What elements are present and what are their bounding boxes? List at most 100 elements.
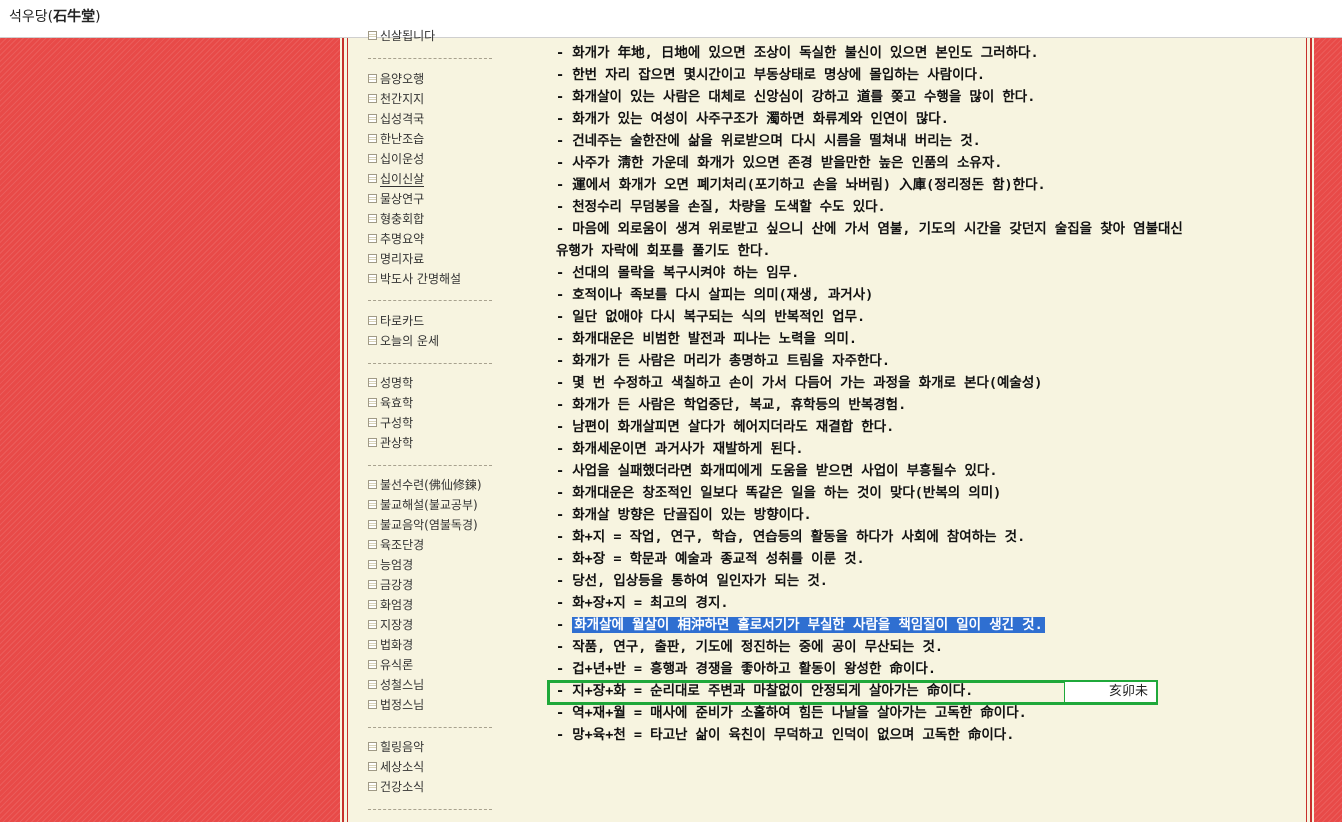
sidebar-item[interactable]: 건강소식 <box>368 778 424 796</box>
sidebar-item[interactable]: 화엄경 <box>368 596 413 614</box>
bullet-icon <box>368 782 377 791</box>
text-line: - 천정수리 무덤봉을 손질, 차량을 도색할 수도 있다. <box>556 199 886 215</box>
bullet-icon <box>368 438 377 447</box>
bullet-icon <box>368 234 377 243</box>
sidebar-item[interactable]: 법정스님 <box>368 696 424 714</box>
text-line: - 망+육+천 = 타고난 삶이 육친이 무덕하고 인덕이 없으며 고독한 命이… <box>556 727 1015 743</box>
bullet-icon <box>368 700 377 709</box>
text-line: - 화개세운이면 과거사가 재발하게 된다. <box>556 441 804 457</box>
bullet-icon <box>368 398 377 407</box>
sidebar-divider <box>368 727 492 728</box>
sidebar-item[interactable]: 성철스님 <box>368 676 424 694</box>
sidebar-divider <box>368 809 492 810</box>
text-line: - 화개가 든 사람은 학업중단, 복교, 휴학등의 반복경험. <box>556 397 907 413</box>
sidebar-item[interactable]: 세상소식 <box>368 758 424 776</box>
paper-border-right-inner <box>1306 38 1307 822</box>
bullet-icon <box>368 418 377 427</box>
text-line: - 건네주는 술한잔에 삶을 위로받으며 다시 시름을 떨쳐내 버리는 것. <box>556 133 981 149</box>
sidebar-item[interactable]: 십이운성 <box>368 150 424 168</box>
text-line: - 사주가 淸한 가운데 화개가 있으면 존경 받을만한 높은 인품의 소유자. <box>556 155 1003 171</box>
bullet-icon <box>368 134 377 143</box>
bullet-icon <box>368 378 377 387</box>
text-line: - 사업을 실패했더라면 화개띠에게 도움을 받으면 사업이 부흥될수 있다. <box>556 463 998 479</box>
bullet-icon <box>368 480 377 489</box>
sidebar-item[interactable]: 천간지지 <box>368 90 424 108</box>
paper-border-left <box>342 38 344 822</box>
left-decorative-background <box>0 38 340 822</box>
sidebar-item[interactable]: 힐링음악 <box>368 738 424 756</box>
text-line-highlighted: - 화개살에 월살이 相沖하면 홀로서기가 부실한 사람을 책임질이 일이 생긴… <box>556 617 1045 633</box>
text-line: - 선대의 몰락을 복구시켜야 하는 임무. <box>556 265 800 281</box>
text-line: - 남편이 화개살피면 살다가 헤어지더라도 재결합 한다. <box>556 419 895 435</box>
bullet-icon <box>368 600 377 609</box>
sidebar-item[interactable]: 추명요약 <box>368 230 424 248</box>
sidebar-item[interactable]: 타로카드 <box>368 312 424 330</box>
bullet-icon <box>368 660 377 669</box>
bullet-icon <box>368 274 377 283</box>
sidebar-item[interactable]: 음양오행 <box>368 70 424 88</box>
bullet-icon <box>368 336 377 345</box>
sidebar-item[interactable]: 성명학 <box>368 374 413 392</box>
bullet-icon <box>368 742 377 751</box>
sidebar-item[interactable]: 관상학 <box>368 434 413 452</box>
sidebar-item[interactable]: 형충회합 <box>368 210 424 228</box>
right-decorative-background <box>1314 38 1342 822</box>
sidebar-item[interactable]: 구성학 <box>368 414 413 432</box>
sidebar-item[interactable]: 오늘의 운세 <box>368 332 439 350</box>
sidebar-item[interactable]: 물상연구 <box>368 190 424 208</box>
sidebar-divider <box>368 363 492 364</box>
bullet-icon <box>368 94 377 103</box>
text-line: 유행가 자락에 회포를 풀기도 한다. <box>556 243 771 259</box>
bullet-icon <box>368 31 377 40</box>
paper-border-left-inner <box>347 38 348 822</box>
annotation-tag: 亥卯未 <box>1064 681 1157 703</box>
bullet-icon <box>368 114 377 123</box>
sidebar-item[interactable]: 금강경 <box>368 576 413 594</box>
text-line: - 작품, 연구, 출판, 기도에 정진하는 중에 공이 무산되는 것. <box>556 639 944 655</box>
sidebar-item[interactable]: 유식론 <box>368 656 413 674</box>
bullet-icon <box>368 620 377 629</box>
bullet-icon <box>368 194 377 203</box>
sidebar-item[interactable]: 불선수련(佛仙修鍊) <box>368 476 482 494</box>
selected-text[interactable]: 화개살에 월살이 相沖하면 홀로서기가 부실한 사람을 책임질이 일이 생긴 것… <box>572 617 1045 633</box>
bullet-icon <box>368 560 377 569</box>
text-line: - 화개살이 있는 사람은 대체로 신앙심이 강하고 道를 쫒고 수행을 많이 … <box>556 89 1036 105</box>
sidebar-item[interactable]: 한난조습 <box>368 130 424 148</box>
bullet-icon <box>368 316 377 325</box>
bullet-icon <box>368 540 377 549</box>
text-line: - 역+재+월 = 매사에 준비가 소홀하여 힘든 나날을 살아가는 고독한 命… <box>556 705 1027 721</box>
sidebar-item[interactable]: 능엄경 <box>368 556 413 574</box>
sidebar-item[interactable]: 법화경 <box>368 636 413 654</box>
sidebar-item[interactable]: 지장경 <box>368 616 413 634</box>
bullet-icon <box>368 640 377 649</box>
text-line: - 화+장+지 = 최고의 경지. <box>556 595 729 611</box>
bullet-icon <box>368 174 377 183</box>
top-bar: 석우당(石牛堂) <box>0 0 1342 38</box>
text-line: - 運에서 화개가 오면 폐기처리(포기하고 손을 놔버림) 入庫(정리정돈 함… <box>556 177 1046 193</box>
text-line: - 화+장 = 학문과 예술과 종교적 성취를 이룬 것. <box>556 551 865 567</box>
text-line: - 화개가 年地, 日地에 있으면 조상이 독실한 불신이 있으면 본인도 그러… <box>556 45 1039 61</box>
bullet-icon <box>368 520 377 529</box>
sidebar-item[interactable]: 육효학 <box>368 394 413 412</box>
text-line: - 호적이나 족보를 다시 살피는 의미(재생, 과거사) <box>556 287 874 303</box>
bullet-icon <box>368 500 377 509</box>
text-line: - 화+지 = 작업, 연구, 학습, 연습등의 활동을 하다가 사회에 참여하… <box>556 529 1026 545</box>
sidebar-item[interactable]: 불교해설(불교공부) <box>368 496 478 514</box>
sidebar-item-active[interactable]: 십이신살 <box>368 170 425 188</box>
sidebar-item[interactable]: 명리자료 <box>368 250 424 268</box>
text-line: - 일단 없애야 다시 복구되는 식의 반복적인 업무. <box>556 309 866 325</box>
sidebar-item[interactable]: 십성격국 <box>368 110 424 128</box>
bullet-icon <box>368 154 377 163</box>
text-line: - 겁+년+반 = 흥행과 경쟁을 좋아하고 활동이 왕성한 命이다. <box>556 661 936 677</box>
text-line: - 화개대운은 비범한 발전과 피나는 노력을 의미. <box>556 331 858 347</box>
sidebar-item[interactable]: 불교음악(염불독경) <box>368 516 478 534</box>
site-title[interactable]: 석우당(石牛堂) <box>9 6 101 26</box>
sidebar-item[interactable]: 육조단경 <box>368 536 424 554</box>
sidebar-item[interactable]: 박도사 간명해설 <box>368 270 461 288</box>
bullet-icon <box>368 762 377 771</box>
bullet-icon <box>368 254 377 263</box>
sidebar-item[interactable]: 신살됩니다 <box>368 27 435 45</box>
text-line: - 한번 자리 잡으면 몇시간이고 부동상태로 명상에 몰입하는 사람이다. <box>556 67 986 83</box>
sidebar-divider <box>368 300 492 301</box>
text-line: - 화개가 든 사람은 머리가 총명하고 트림을 자주한다. <box>556 353 890 369</box>
